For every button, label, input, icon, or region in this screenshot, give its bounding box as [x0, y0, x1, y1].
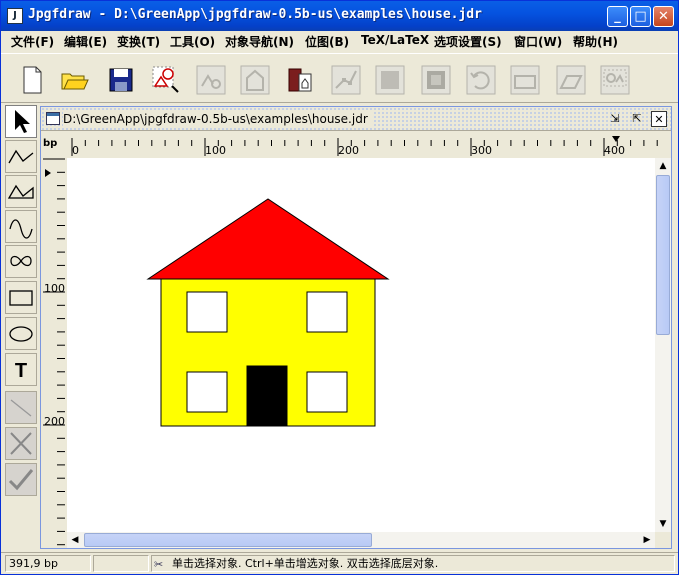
house-window[interactable]	[186, 371, 228, 413]
hruler-pointer-icon	[612, 136, 620, 142]
hruler-label-300: 300	[471, 144, 492, 157]
horizontal-scrollbar[interactable]: ◀ ▶	[67, 532, 655, 548]
status-coordinates: 391,9 bp	[5, 555, 91, 572]
document-title: D:\GreenApp\jpgfdraw-0.5b-us\examples\ho…	[63, 112, 368, 126]
menu-tools[interactable]: 工具(O)	[170, 33, 215, 50]
menu-tex[interactable]: TeX/LaTeX	[361, 33, 429, 47]
gap-icon[interactable]	[5, 391, 37, 424]
rectangle-icon[interactable]	[5, 281, 37, 314]
menu-edit[interactable]: 编辑(E)	[64, 33, 107, 50]
house-roof[interactable]	[146, 198, 390, 280]
window-title: Jpgfdraw - D:\GreenApp\jpgfdraw-0.5b-us\…	[28, 7, 482, 22]
doc-maximize-icon[interactable]: ⇱	[629, 111, 645, 127]
house-window[interactable]	[306, 291, 348, 333]
vertical-scroll-thumb[interactable]	[656, 175, 670, 335]
menu-bitmap[interactable]: 位图(B)	[305, 33, 349, 50]
menu-bar: 文件(F) 编辑(E) 变换(T) 工具(O) 对象导航(N) 位图(B) Te…	[1, 31, 678, 51]
ellipse-icon[interactable]	[5, 317, 37, 350]
menu-window[interactable]: 窗口(W)	[514, 33, 562, 50]
scroll-left-icon[interactable]: ◀	[67, 532, 83, 548]
new-document-icon[interactable]	[15, 63, 47, 95]
document-title-bar[interactable]: D:\GreenApp\jpgfdraw-0.5b-us\examples\ho…	[41, 107, 671, 131]
document-frame: D:\GreenApp\jpgfdraw-0.5b-us\examples\ho…	[40, 106, 672, 549]
vruler-pointer-icon	[45, 169, 51, 177]
maximize-button[interactable]: □	[630, 6, 651, 27]
horizontal-scroll-thumb[interactable]	[84, 533, 372, 547]
menu-navigate[interactable]: 对象导航(N)	[225, 33, 294, 50]
menu-help[interactable]: 帮助(H)	[573, 33, 618, 50]
house-window[interactable]	[186, 291, 228, 333]
image-export-icon[interactable]	[149, 63, 181, 95]
move-back-icon[interactable]	[373, 63, 405, 95]
doc-minimize-icon[interactable]: ⇲	[607, 111, 623, 127]
hruler-label-400: 400	[604, 144, 625, 157]
vruler-label-100: 100	[44, 282, 65, 295]
scroll-right-icon[interactable]: ▶	[639, 532, 655, 548]
hruler-label-200: 200	[338, 144, 359, 157]
house-window[interactable]	[306, 371, 348, 413]
horizontal-ruler: 0 100 200 300 400	[71, 136, 658, 157]
toolbar	[1, 53, 678, 103]
status-hint: 单击选择对象. Ctrl+单击增选对象. 双击选择底层对象.	[172, 557, 439, 570]
open-folder-icon[interactable]	[57, 63, 89, 95]
save-disk-icon[interactable]	[104, 63, 136, 95]
group-icon[interactable]	[194, 63, 226, 95]
ruler-unit: bp	[43, 138, 58, 149]
jpgfdraw-app-icon: J	[7, 8, 23, 24]
text-icon[interactable]: T	[5, 353, 37, 386]
status-tool-icon: ✂	[154, 558, 164, 571]
text-tool-glyph: T	[15, 360, 27, 382]
shear-icon[interactable]	[554, 63, 586, 95]
status-bar: 391,9 bp ✂ 单击选择对象. Ctrl+单击增选对象. 双击选择底层对象…	[1, 552, 678, 574]
ungroup-icon[interactable]	[238, 63, 270, 95]
document-icon	[46, 112, 60, 125]
cut-icon[interactable]	[284, 63, 316, 95]
vertical-ruler: 100 200	[43, 158, 65, 546]
status-mode	[93, 555, 149, 572]
drawing-tool-palette: T	[4, 105, 38, 497]
reduce-to-bitmap-icon[interactable]	[598, 63, 630, 95]
open-curve-icon[interactable]	[5, 210, 37, 243]
scroll-up-icon[interactable]: ▲	[655, 158, 671, 174]
application-window: J Jpgfdraw - D:\GreenApp\jpgfdraw-0.5b-u…	[0, 0, 679, 575]
scale-icon[interactable]	[508, 63, 540, 95]
status-hint-panel: ✂ 单击选择对象. Ctrl+单击增选对象. 双击选择底层对象.	[151, 555, 675, 572]
abandon-x-icon[interactable]	[5, 427, 37, 460]
title-bar[interactable]: J Jpgfdraw - D:\GreenApp\jpgfdraw-0.5b-u…	[1, 1, 678, 31]
house-drawing	[146, 198, 390, 427]
move-front-icon[interactable]	[419, 63, 451, 95]
house-door[interactable]	[246, 365, 288, 427]
closed-curve-icon[interactable]	[5, 245, 37, 278]
select-arrow-icon[interactable]	[5, 105, 37, 138]
vruler-label-200: 200	[44, 415, 65, 428]
menu-transform[interactable]: 变换(T)	[117, 33, 160, 50]
vertical-scrollbar[interactable]: ▲ ▼	[655, 158, 671, 532]
doc-close-icon[interactable]: ✕	[651, 111, 667, 127]
hruler-label-0: 0	[72, 144, 79, 157]
close-button[interactable]: ✕	[653, 6, 674, 27]
drawing-canvas[interactable]	[67, 158, 655, 532]
edit-path-icon[interactable]	[329, 63, 361, 95]
menu-file[interactable]: 文件(F)	[11, 33, 54, 50]
finish-check-icon[interactable]	[5, 463, 37, 496]
scroll-down-icon[interactable]: ▼	[655, 516, 671, 532]
minimize-button[interactable]: _	[607, 6, 628, 27]
rotate-icon[interactable]	[464, 63, 496, 95]
closed-line-icon[interactable]	[5, 175, 37, 208]
menu-settings[interactable]: 选项设置(S)	[434, 33, 502, 50]
open-line-icon[interactable]	[5, 140, 37, 173]
hruler-label-100: 100	[205, 144, 226, 157]
